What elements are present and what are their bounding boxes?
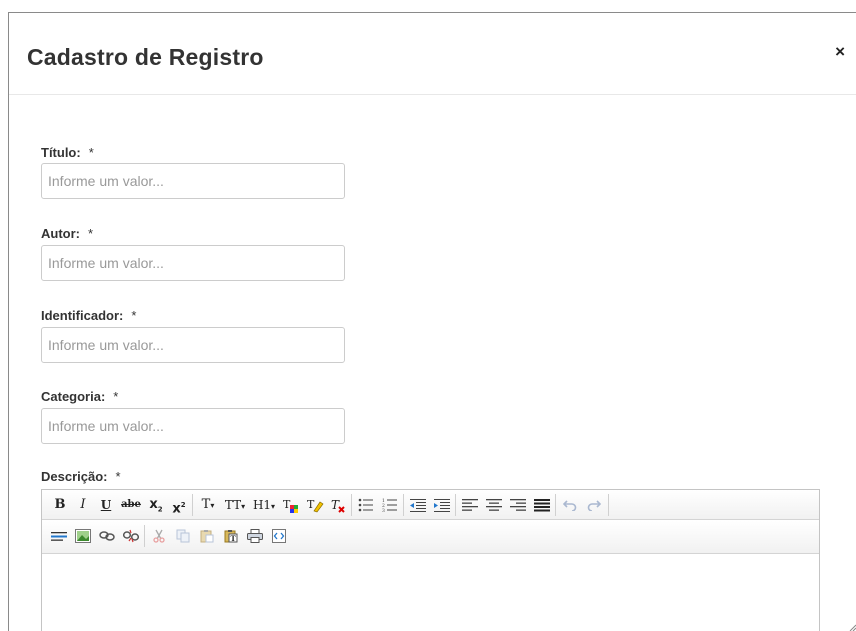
editor-toolbar-row-1: B I U abe x2 x2 T▾ TT▾ H1▾ T T T 1 2 3: [42, 490, 819, 520]
required-marker: *: [113, 389, 119, 404]
author-input[interactable]: [41, 245, 345, 281]
svg-text:T: T: [283, 498, 291, 511]
link-icon[interactable]: [96, 525, 118, 547]
category-label: Categoria: *: [41, 389, 118, 404]
undo-icon[interactable]: [559, 494, 581, 516]
justify-icon[interactable]: [531, 494, 553, 516]
image-icon[interactable]: [72, 525, 94, 547]
toolbar-separator: [555, 494, 556, 516]
font-family-label: TT: [224, 498, 242, 512]
author-label: Autor: *: [41, 226, 93, 241]
identifier-label-text: Identificador:: [41, 308, 124, 323]
svg-text:3: 3: [382, 508, 385, 512]
identifier-label: Identificador: *: [41, 308, 136, 323]
close-icon[interactable]: ×: [835, 43, 845, 60]
svg-text:T: T: [231, 534, 237, 543]
remove-format-icon[interactable]: T: [327, 494, 349, 516]
bullet-list-icon[interactable]: [355, 494, 377, 516]
redo-icon[interactable]: [583, 494, 605, 516]
copy-icon[interactable]: [172, 525, 194, 547]
numbered-list-icon[interactable]: 123: [379, 494, 401, 516]
rich-text-editor: B I U abe x2 x2 T▾ TT▾ H1▾ T T T 1 2 3 T: [41, 489, 820, 631]
required-marker: *: [88, 226, 94, 241]
category-label-text: Categoria:: [41, 389, 106, 404]
identifier-input[interactable]: [41, 327, 345, 363]
title-label: Título: *: [41, 145, 94, 160]
title-label-text: Título:: [41, 145, 81, 160]
paste-icon[interactable]: [196, 525, 218, 547]
description-label-text: Descrição:: [41, 469, 108, 484]
toolbar-separator: [192, 494, 193, 516]
bold-button[interactable]: B: [51, 494, 69, 516]
toolbar-separator: [455, 494, 456, 516]
registration-dialog: Cadastro de Registro × Título:* Autor:* …: [8, 12, 856, 631]
author-label-text: Autor:: [41, 226, 80, 241]
align-center-icon[interactable]: [483, 494, 505, 516]
indent-icon[interactable]: [431, 494, 453, 516]
font-size-button[interactable]: T▾: [196, 494, 220, 516]
subscript-button[interactable]: x2: [146, 494, 166, 516]
strikethrough-button[interactable]: abe: [119, 494, 143, 516]
source-code-icon[interactable]: [268, 525, 290, 547]
underline-button[interactable]: U: [97, 494, 115, 516]
description-label: Descrição: *: [41, 469, 121, 484]
required-marker: *: [88, 145, 94, 160]
svg-text:T: T: [331, 498, 340, 512]
dialog-header: Cadastro de Registro ×: [9, 13, 856, 95]
subscript-label: x: [149, 497, 158, 512]
editor-toolbar-row-2: T: [42, 521, 819, 554]
cut-icon[interactable]: [148, 525, 170, 547]
resize-handle-icon[interactable]: [848, 623, 856, 631]
italic-button[interactable]: I: [74, 494, 92, 516]
horizontal-rule-icon[interactable]: [48, 525, 70, 547]
toolbar-separator: [608, 494, 609, 516]
toolbar-separator: [144, 525, 145, 547]
outdent-icon[interactable]: [407, 494, 429, 516]
heading-button[interactable]: H1▾: [250, 494, 278, 516]
align-left-icon[interactable]: [459, 494, 481, 516]
svg-text:T: T: [307, 498, 315, 511]
paste-text-icon[interactable]: T: [220, 525, 242, 547]
category-input[interactable]: [41, 408, 345, 444]
superscript-button[interactable]: x2: [169, 494, 189, 516]
superscript-label: x: [172, 501, 181, 517]
print-icon[interactable]: [244, 525, 266, 547]
unlink-icon[interactable]: [120, 525, 142, 547]
required-marker: *: [131, 308, 137, 323]
heading-label: H1: [252, 498, 272, 512]
dialog-title: Cadastro de Registro: [27, 44, 264, 70]
toolbar-separator: [403, 494, 404, 516]
font-family-button[interactable]: TT▾: [221, 494, 249, 516]
title-input[interactable]: [41, 163, 345, 199]
toolbar-separator: [351, 494, 352, 516]
required-marker: *: [115, 469, 121, 484]
highlight-icon[interactable]: T: [304, 494, 326, 516]
editor-content-area[interactable]: [42, 555, 819, 631]
text-color-icon[interactable]: T: [280, 494, 302, 516]
align-right-icon[interactable]: [507, 494, 529, 516]
